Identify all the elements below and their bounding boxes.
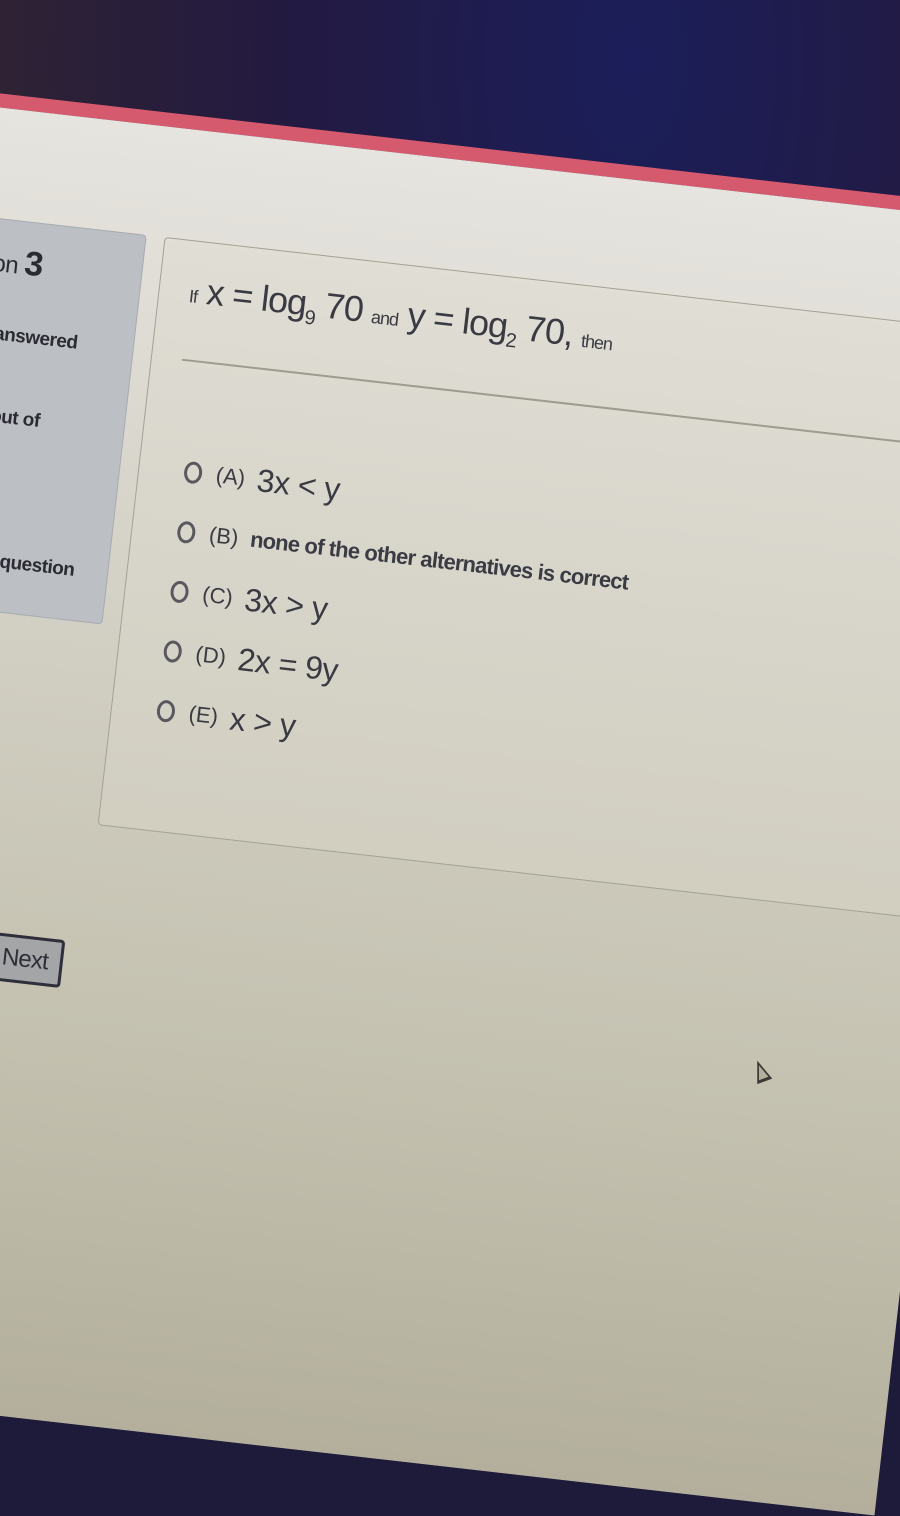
radio-button[interactable]	[182, 460, 204, 485]
question-divider	[181, 358, 900, 449]
option-text: 2x = 9y	[235, 640, 340, 688]
y-expression: y = log	[405, 294, 510, 347]
question-text: If x = log9 70 and y = log2 70, then	[187, 269, 615, 364]
y-log-argument: 70,	[514, 306, 576, 354]
question-info-panel: tion 3 et answered ed out of 00 Flag que…	[0, 210, 147, 625]
question-prefix: If	[187, 286, 199, 307]
answer-status: et answered	[0, 321, 79, 354]
flag-question-button[interactable]: Flag question	[0, 547, 75, 582]
radio-button[interactable]	[169, 579, 190, 604]
flag-question-label: Flag question	[0, 547, 76, 581]
question-label-text: tion	[0, 248, 20, 280]
option-text: x > y	[227, 700, 298, 744]
question-connector: and	[370, 306, 400, 330]
option-letter: (E)	[187, 700, 220, 729]
radio-button[interactable]	[155, 699, 177, 724]
answer-options: (A) 3x < y (B) none of the other alterna…	[154, 442, 639, 791]
option-letter: (C)	[201, 581, 235, 610]
radio-button[interactable]	[162, 639, 183, 664]
x-expression: x = log	[204, 271, 309, 324]
marked-out-of-label: ed out of	[0, 402, 41, 432]
question-content-box: If x = log9 70 and y = log2 70, then (A)…	[97, 236, 900, 919]
question-number-label: tion 3	[0, 240, 45, 286]
next-button[interactable]: Next	[0, 931, 66, 988]
option-text: 3x > y	[242, 580, 330, 627]
question-number: 3	[22, 244, 46, 285]
option-letter: (B)	[207, 521, 240, 551]
radio-button[interactable]	[176, 520, 197, 545]
option-text: 3x < y	[255, 461, 342, 507]
option-letter: (D)	[194, 641, 228, 670]
x-log-argument: 70	[313, 283, 366, 330]
quiz-page: tion 3 et answered ed out of 00 Flag que…	[0, 99, 900, 1516]
quiz-navigation: Previous Next	[0, 916, 66, 988]
quiz-screen: tion 3 et answered ed out of 00 Flag que…	[0, 0, 900, 1516]
option-letter: (A)	[214, 462, 247, 491]
question-suffix: then	[580, 330, 614, 355]
